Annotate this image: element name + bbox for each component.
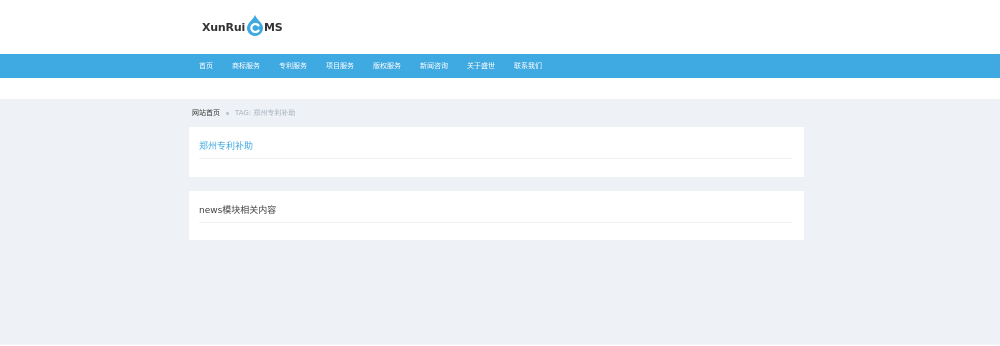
nav-item-news[interactable]: 新闻咨询 bbox=[420, 61, 448, 71]
nav-item-copyright[interactable]: 版权服务 bbox=[373, 61, 401, 71]
related-panel: news模块相关内容 bbox=[189, 191, 804, 240]
tag-panel-divider bbox=[199, 158, 792, 159]
nav-item-trademark[interactable]: 商标服务 bbox=[232, 61, 260, 71]
nav-item-contact[interactable]: 联系我们 bbox=[514, 61, 542, 71]
logo-text-part2: MS bbox=[264, 20, 283, 34]
nav-spacer bbox=[0, 78, 1000, 99]
main-nav: 首页 商标服务 专利服务 项目服务 版权服务 新闻咨询 关于盛世 联系我们 bbox=[0, 54, 1000, 78]
breadcrumb-separator-icon bbox=[226, 111, 229, 115]
breadcrumb-current: TAG: 郑州专利补助 bbox=[235, 109, 296, 117]
tag-panel-title[interactable]: 郑州专利补助 bbox=[199, 139, 253, 152]
logo-text-part1: XunRui bbox=[202, 20, 246, 34]
tag-panel: 郑州专利补助 bbox=[189, 127, 804, 177]
breadcrumb: 网站首页 TAG: 郑州专利补助 bbox=[192, 108, 295, 118]
nav-item-home[interactable]: 首页 bbox=[199, 61, 213, 71]
breadcrumb-home-link[interactable]: 网站首页 bbox=[192, 108, 220, 118]
footer-divider bbox=[0, 344, 1000, 345]
nav-item-project[interactable]: 项目服务 bbox=[326, 61, 354, 71]
site-logo[interactable]: XunRui MS bbox=[202, 14, 283, 40]
logo-drop-icon bbox=[247, 15, 264, 36]
site-header: XunRui MS bbox=[0, 0, 1000, 54]
nav-item-patent[interactable]: 专利服务 bbox=[279, 61, 307, 71]
main-content: 网站首页 TAG: 郑州专利补助 郑州专利补助 news模块相关内容 bbox=[0, 99, 1000, 345]
nav-item-about[interactable]: 关于盛世 bbox=[467, 61, 495, 71]
related-panel-divider bbox=[199, 222, 792, 223]
related-panel-title: news模块相关内容 bbox=[199, 206, 277, 216]
